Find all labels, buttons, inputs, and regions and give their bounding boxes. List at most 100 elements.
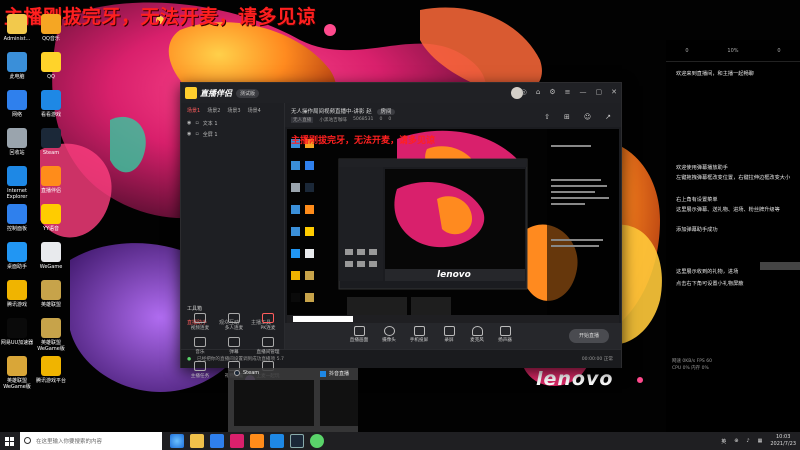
emoji-icon[interactable]: ☺ <box>584 113 591 121</box>
desktop-icon[interactable]: YY语音 <box>34 204 68 232</box>
maximize-icon[interactable]: ▢ <box>596 88 603 96</box>
taskbar-game-icon[interactable] <box>310 434 324 448</box>
record-button[interactable]: 录屏 <box>435 326 463 343</box>
thumbnail-preview <box>234 380 314 426</box>
taskbar-clock[interactable]: 10:03 2021/7/23 <box>770 434 796 448</box>
settings-icon[interactable]: ⚙ <box>549 88 555 96</box>
start-live-button[interactable]: 开始直播 <box>569 329 609 343</box>
desktop-icon[interactable]: 直播伴侣 <box>34 166 68 194</box>
camera-button[interactable]: 摄像头 <box>375 326 403 343</box>
room-info-id: 5068531 <box>352 117 374 122</box>
panel-stat-gifts: 0 <box>777 47 781 54</box>
desktop-icon[interactable]: 回收站 <box>0 128 34 156</box>
tool-button[interactable]: 弹幕 <box>221 337 247 355</box>
desktop-icon[interactable]: WeGame <box>34 242 68 270</box>
tool-button[interactable]: 直播间管理 <box>255 337 281 355</box>
tab-scene-3[interactable]: 场景3 <box>227 107 240 114</box>
room-info: 无人直播 小黑咕吉咖啡 5068531 0 0 <box>291 117 391 123</box>
desktop-icon[interactable]: 网络 <box>0 90 34 118</box>
desktop-icon[interactable]: 英雄联盟WeGame版 <box>0 356 34 390</box>
lock-icon[interactable]: ▫ <box>195 131 198 138</box>
start-button[interactable] <box>0 432 18 450</box>
taskbar-douyin-icon[interactable] <box>230 434 244 448</box>
clock-time: 10:03 <box>775 434 791 440</box>
eye-icon[interactable]: ◉ <box>187 131 191 138</box>
screen-capture-button[interactable]: 直播画面 <box>345 326 373 343</box>
desktop-icon[interactable]: 英雄联盟WeGame版 <box>34 318 68 352</box>
desktop-icon-label: 控制面板 <box>6 226 27 232</box>
desktop-icon[interactable]: QQ音乐 <box>34 14 68 42</box>
desktop-icon[interactable]: 英雄联盟 <box>34 280 68 308</box>
eye-icon[interactable]: ◉ <box>187 120 191 127</box>
desktop-icon[interactable]: Steam <box>34 128 68 156</box>
desktop-icon-label: 网易UU加速器 <box>0 340 34 346</box>
performance-line: CPU 0% 内存 0% <box>672 366 709 371</box>
external-icon[interactable]: ↗ <box>605 113 611 121</box>
app-version-badge[interactable]: 测试版 <box>236 88 260 98</box>
microphone-button[interactable]: 麦克风 <box>463 326 491 343</box>
desktop-icon[interactable]: 此电脑 <box>0 52 34 80</box>
desktop-icon[interactable]: 控制面板 <box>0 204 34 232</box>
thumbnail-steam[interactable]: Steam <box>230 368 314 432</box>
source-name: 文本 1 <box>202 121 218 127</box>
tool-icon <box>194 361 206 371</box>
speaker-button[interactable]: 扬声器 <box>491 326 519 343</box>
room-title-text: 无人操作局间视频直播中-讲影 赵 <box>291 109 372 115</box>
desktop-icon[interactable]: 腾讯游戏平台 <box>34 356 68 384</box>
performance-line: 网速 0KB/s FPS 60 <box>672 359 712 364</box>
desktop-app-icon <box>7 242 27 262</box>
source-item[interactable]: ◉ ▫ 文本 1 <box>181 118 284 129</box>
taskbar-search-input[interactable]: 在这里输入你要搜索的内容 <box>20 432 162 450</box>
tool-button[interactable]: 音乐 <box>187 337 213 355</box>
notification-icon[interactable]: ▦ <box>758 438 763 444</box>
close-icon[interactable]: ✕ <box>611 88 617 96</box>
room-badge[interactable]: 房间 <box>377 109 395 115</box>
lock-icon[interactable]: ▫ <box>195 120 198 127</box>
tool-label: 弹幕 <box>229 350 239 355</box>
desktop-icon[interactable]: Internet Explorer <box>0 166 34 200</box>
desktop-icon[interactable]: 看看游戏 <box>34 90 68 118</box>
tab-scene-1[interactable]: 场景1 <box>187 107 200 114</box>
tool-button[interactable]: PK连麦 <box>255 313 281 331</box>
home-icon[interactable]: ⌂ <box>536 88 540 96</box>
desktop-app-icon <box>7 52 27 72</box>
desktop-icon[interactable]: Administ... <box>0 14 34 42</box>
desktop-icon[interactable]: 网易UU加速器 <box>0 318 34 346</box>
desktop-icon-label: WeGame <box>39 264 63 270</box>
share-icon[interactable]: ⇧ <box>544 113 550 121</box>
tool-button[interactable]: 视频连麦 <box>187 313 213 331</box>
target-icon[interactable]: ◎ <box>521 88 527 96</box>
app-titlebar[interactable]: 直播伴侣 测试版 ◎ ⌂ ⚙ ≡ — ▢ ✕ <box>181 83 621 103</box>
desktop-app-icon <box>41 128 61 148</box>
menu-icon[interactable]: ≡ <box>565 88 571 96</box>
desktop-icon[interactable]: 桌面助手 <box>0 242 34 270</box>
desktop-icon-label: YY语音 <box>42 226 60 232</box>
tab-scene-2[interactable]: 场景2 <box>207 107 220 114</box>
desktop-icon-label: 直播伴侣 <box>40 188 61 194</box>
desktop-icon-label: 回收站 <box>9 150 25 156</box>
phone-cast-button[interactable]: 手机投屏 <box>405 326 433 343</box>
source-item[interactable]: ◉ ▫ 全屏 1 <box>181 129 284 140</box>
taskbar-app-icon[interactable] <box>270 434 284 448</box>
taskbar-live-companion-icon[interactable] <box>250 434 264 448</box>
desktop-icon[interactable]: 腾讯游戏 <box>0 280 34 308</box>
layout-icon[interactable]: ⊞ <box>564 113 570 121</box>
tool-button[interactable]: 主播任务 <box>187 361 213 379</box>
network-icon[interactable]: ⊕ <box>734 438 738 444</box>
comment-item: 点击右下角可设置小礼物屏蔽 <box>676 281 744 287</box>
volume-icon[interactable]: ♪ <box>746 438 749 444</box>
desktop-icon[interactable]: QQ <box>34 52 68 80</box>
thumbnail-douyin[interactable]: 抖音直播 <box>316 368 358 432</box>
camera-icon <box>383 326 395 336</box>
taskbar-explorer-icon[interactable] <box>190 434 204 448</box>
tool-button[interactable]: 多人连麦 <box>221 313 247 331</box>
minimize-icon[interactable]: — <box>580 88 587 96</box>
comment-panel-scrollbar[interactable] <box>760 262 800 270</box>
room-title: 无人操作局间视频直播中-讲影 赵 房间 <box>291 107 395 115</box>
live-preview[interactable]: lenovo 主播刚拔完牙，无法开麦，请多见谅 <box>287 129 619 323</box>
taskbar-steam-icon[interactable] <box>290 434 304 448</box>
taskbar-ie-icon[interactable] <box>210 434 224 448</box>
tab-scene-4[interactable]: 场景4 <box>248 107 261 114</box>
taskbar-edge-icon[interactable] <box>170 434 184 448</box>
input-method-icon[interactable]: 英 <box>721 438 726 445</box>
